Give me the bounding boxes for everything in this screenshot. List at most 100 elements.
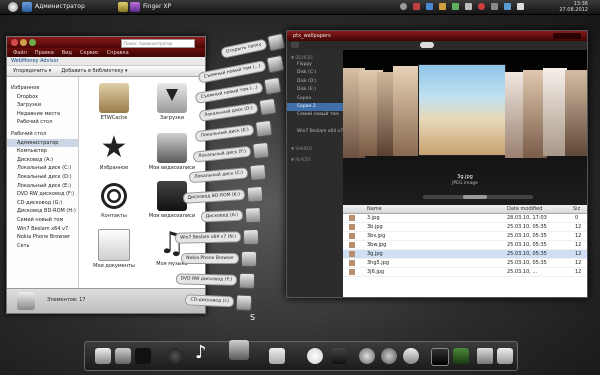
file-row[interactable]: 3bv.jpg 25.03.10, 05:35 12 bbox=[343, 232, 587, 241]
stack-icon[interactable] bbox=[229, 340, 249, 360]
man-icon[interactable] bbox=[135, 348, 151, 364]
sidebar-device-item[interactable]: Скрон 2 bbox=[287, 102, 343, 112]
file-row[interactable]: 3j6.jpg 25.03.10, ... 12 bbox=[343, 268, 587, 277]
user-avatar-icon[interactable] bbox=[22, 2, 32, 12]
sidebar-section-heading[interactable]: ▼ DEVICES bbox=[287, 54, 343, 61]
webmoney-bar[interactable]: WebMoney Advisor bbox=[7, 57, 205, 66]
activity-monitor-icon[interactable] bbox=[453, 348, 469, 364]
stack-item[interactable]: Win7 Beslam x64 v7 (N:) bbox=[159, 229, 260, 246]
nav-item[interactable]: Сеть bbox=[7, 242, 78, 251]
folder-item[interactable]: Мои документы bbox=[85, 229, 143, 269]
nav-item[interactable]: Дисковод (A:) bbox=[7, 156, 78, 165]
gallery-titlebar[interactable]: ptx_wallpapers bbox=[287, 31, 587, 41]
apple-logo-icon[interactable] bbox=[8, 2, 18, 12]
tray-icon[interactable] bbox=[452, 3, 459, 10]
address-book-icon[interactable] bbox=[269, 348, 285, 364]
active-app-label[interactable]: Finger XP bbox=[143, 3, 171, 10]
coverflow-view[interactable]: 3g.jpg JPEG image bbox=[343, 50, 587, 205]
menu-file[interactable]: Файл bbox=[13, 50, 27, 56]
user-label[interactable]: Администратор bbox=[35, 3, 85, 10]
music-icon[interactable]: ♪ bbox=[195, 342, 211, 364]
nav-item[interactable]: Семий новый том bbox=[7, 216, 78, 225]
folder-item[interactable]: ETWCache bbox=[85, 83, 143, 121]
maximize-icon[interactable] bbox=[29, 39, 36, 46]
nav-item[interactable]: Dropbox bbox=[7, 93, 78, 102]
preferences-icon[interactable] bbox=[115, 348, 131, 364]
photo-selected[interactable] bbox=[418, 64, 506, 156]
nav-item[interactable]: Рабочий стол bbox=[7, 118, 78, 127]
safari-compass-icon[interactable] bbox=[307, 348, 323, 364]
scroll-thumb[interactable] bbox=[463, 195, 487, 199]
file-row[interactable]: 3bw.jpg 25.03.10, 05:35 12 bbox=[343, 241, 587, 250]
speaker-icon[interactable] bbox=[517, 3, 524, 10]
sidebar-device-item[interactable] bbox=[287, 120, 343, 128]
nav-item[interactable]: CD-дисковод (G:) bbox=[7, 199, 78, 208]
tray-icon[interactable] bbox=[426, 3, 433, 10]
sidebar-device-item[interactable]: Disk (E:) bbox=[287, 86, 343, 94]
folder-item[interactable]: Контакты bbox=[85, 181, 143, 219]
sidebar-section-heading[interactable]: ▼ PLACES bbox=[287, 156, 343, 163]
nav-item[interactable]: Win7 Beslam x64 v7 bbox=[7, 225, 78, 234]
tray-icon[interactable] bbox=[439, 3, 446, 10]
sidebar-device-item[interactable]: Disk (D:) bbox=[287, 78, 343, 86]
stack-item[interactable]: DVD RW дисковод (F:) bbox=[155, 272, 256, 289]
view-eye-icon[interactable] bbox=[420, 42, 434, 48]
photo-thumb[interactable] bbox=[543, 68, 567, 156]
file-row[interactable]: 3g.jpg 25.03.10, 05:35 12 bbox=[343, 250, 587, 259]
terminal-icon[interactable] bbox=[431, 348, 449, 366]
desktop-icon[interactable] bbox=[497, 348, 513, 364]
nav-item[interactable]: DVD RW дисковод (F:) bbox=[7, 190, 78, 199]
sidebar-device-item[interactable]: Семий новый том bbox=[287, 111, 343, 119]
tray-icon[interactable] bbox=[491, 3, 498, 10]
nav-item[interactable]: Администратор bbox=[7, 138, 78, 148]
nav-item[interactable]: Локальный диск (E:) bbox=[7, 182, 78, 191]
sidebar-device-item[interactable]: Скрон bbox=[287, 95, 343, 103]
stack-item[interactable]: Дисковод (A:) bbox=[161, 207, 262, 224]
system-gear-icon[interactable] bbox=[381, 348, 397, 364]
nav-item[interactable]: Дисковод BD-ROM (H:) bbox=[7, 207, 78, 216]
window-controls-icon[interactable] bbox=[553, 33, 581, 39]
gear-icon[interactable] bbox=[359, 348, 375, 364]
monitor-icon[interactable] bbox=[331, 348, 347, 364]
finder-icon[interactable] bbox=[95, 348, 111, 364]
search-input[interactable]: Поиск: Администратор bbox=[121, 39, 195, 48]
menu-edit[interactable]: Правка bbox=[35, 50, 54, 56]
minimize-icon[interactable] bbox=[20, 39, 27, 46]
col-name[interactable]: Name bbox=[367, 206, 382, 212]
close-icon[interactable] bbox=[11, 39, 18, 46]
tray-icon[interactable] bbox=[400, 3, 407, 10]
col-date[interactable]: Date modified bbox=[507, 206, 542, 212]
tray-icon[interactable] bbox=[465, 3, 472, 10]
record-icon[interactable] bbox=[167, 348, 183, 364]
organize-button[interactable]: Упорядочить ▾ bbox=[13, 68, 51, 74]
nav-item[interactable]: Локальный диск (C:) bbox=[7, 164, 78, 173]
file-row[interactable]: 3hg5.jpg 25.03.10, 05:35 12 bbox=[343, 259, 587, 268]
sidebar-device-item[interactable]: Floppy bbox=[287, 61, 343, 69]
nav-item[interactable]: Избранное bbox=[7, 84, 78, 93]
add-to-library-button[interactable]: Добавить в библиотеку ▾ bbox=[61, 68, 127, 74]
trash-icon[interactable] bbox=[477, 348, 493, 364]
tray-icon[interactable] bbox=[413, 3, 420, 10]
menu-view[interactable]: Вид bbox=[62, 50, 72, 56]
file-row[interactable]: 3.jpg 28.03.10, 17:03 0 bbox=[343, 214, 587, 223]
nav-item[interactable]: Загрузки bbox=[7, 101, 78, 110]
nav-item[interactable]: Локальный диск (D:) bbox=[7, 173, 78, 182]
menu-tools[interactable]: Сервис bbox=[80, 50, 99, 56]
sidebar-device-item[interactable]: Disk (C:) bbox=[287, 69, 343, 77]
nav-item[interactable]: Рабочий стол bbox=[7, 130, 78, 139]
back-icon[interactable] bbox=[291, 42, 299, 48]
photo-thumb[interactable] bbox=[565, 70, 587, 156]
clock[interactable]: 13:36 27.08.2012 bbox=[559, 1, 588, 13]
menu-help[interactable]: Справка bbox=[107, 50, 129, 56]
nav-item[interactable]: Компьютер bbox=[7, 147, 78, 156]
nav-item[interactable]: Недавние места bbox=[7, 110, 78, 119]
file-row[interactable]: 3b.jpg 25.03.10, 05:35 12 bbox=[343, 223, 587, 232]
tray-icon[interactable] bbox=[478, 3, 485, 10]
sidebar-section-heading[interactable]: ▼ SHARED bbox=[287, 145, 343, 152]
photo-thumb[interactable] bbox=[393, 66, 419, 156]
photo-icon[interactable] bbox=[403, 348, 419, 364]
stack-item[interactable]: Nokia Phone Browser bbox=[157, 251, 257, 267]
sidebar-device-item[interactable]: Win7 Beslam x64 v7 bbox=[287, 128, 343, 136]
coverflow-scrollbar[interactable] bbox=[423, 195, 533, 199]
folder-item[interactable]: ★ Избранное bbox=[85, 133, 143, 172]
